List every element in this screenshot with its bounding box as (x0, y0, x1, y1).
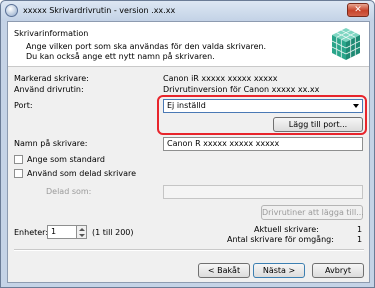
title-bar[interactable]: xxxxx Skrivardrivrutin - version .xx.xx … (1, 1, 374, 21)
units-range: (1 till 200) (92, 228, 134, 237)
close-button[interactable]: ✕ (347, 3, 369, 17)
units-field[interactable]: 1 (47, 225, 77, 239)
selected-printer-value: Canon iR xxxxx xxxxx xxxxx (163, 74, 278, 83)
printer-name-label: Namn på skrivare: (14, 139, 88, 148)
units-stepper[interactable] (76, 225, 87, 239)
drivers-to-add-button[interactable]: Drivrutiner att lägga till... (261, 205, 364, 220)
shared-printer-label: Använd som delad skrivare (27, 169, 136, 178)
share-name-field[interactable] (163, 185, 363, 199)
printer-name-field[interactable]: Canon R xxxxx xxxxx xxxxx (163, 137, 363, 151)
driver-label: Använd drivrutin: (14, 85, 84, 94)
current-printer-value: 1 (357, 225, 363, 234)
dialog-body: Skrivarinformation Ange vilken port som … (7, 21, 370, 283)
header-description-1: Ange vilken port som ska användas för de… (26, 42, 267, 51)
count-per-round-label: Antal skrivare för omgång: (227, 235, 334, 244)
add-port-button[interactable]: Lägg till port... (273, 117, 363, 132)
footer-divider (14, 249, 364, 251)
window-title: xxxxx Skrivardrivrutin - version .xx.xx (23, 6, 176, 15)
count-per-round-value: 1 (357, 235, 363, 244)
port-label: Port: (14, 101, 33, 110)
port-selected-value: Ej inställd (167, 101, 206, 110)
current-printer-label: Aktuell skrivare: (254, 225, 319, 234)
shared-printer-checkbox[interactable] (14, 169, 23, 178)
selected-printer-label: Markerad skrivare: (14, 74, 89, 83)
cancel-button[interactable]: Avbryt (312, 263, 364, 278)
set-default-checkbox[interactable] (14, 155, 23, 164)
driver-value: Drivrutinversion för Canon xxxxx xx.xx (163, 85, 320, 94)
arrow-up-icon (79, 228, 85, 231)
chevron-down-icon (353, 104, 359, 108)
arrow-down-icon (79, 234, 85, 237)
app-icon (5, 4, 18, 17)
units-label: Enheter: (14, 228, 49, 237)
cubes-icon (331, 28, 361, 60)
share-name-label: Delad som: (46, 187, 92, 196)
back-button[interactable]: < Bakåt (198, 263, 250, 278)
header-description-2: Du kan också ange ett nytt namn på skriv… (26, 52, 215, 61)
header-title: Skrivarinformation (14, 29, 89, 38)
installer-window: xxxxx Skrivardrivrutin - version .xx.xx … (0, 0, 375, 288)
header-panel: Skrivarinformation Ange vilken port som … (8, 22, 369, 67)
next-button[interactable]: Nästa > (253, 263, 305, 278)
set-default-label: Ange som standard (27, 155, 105, 164)
port-select[interactable]: Ej inställd (163, 99, 363, 113)
